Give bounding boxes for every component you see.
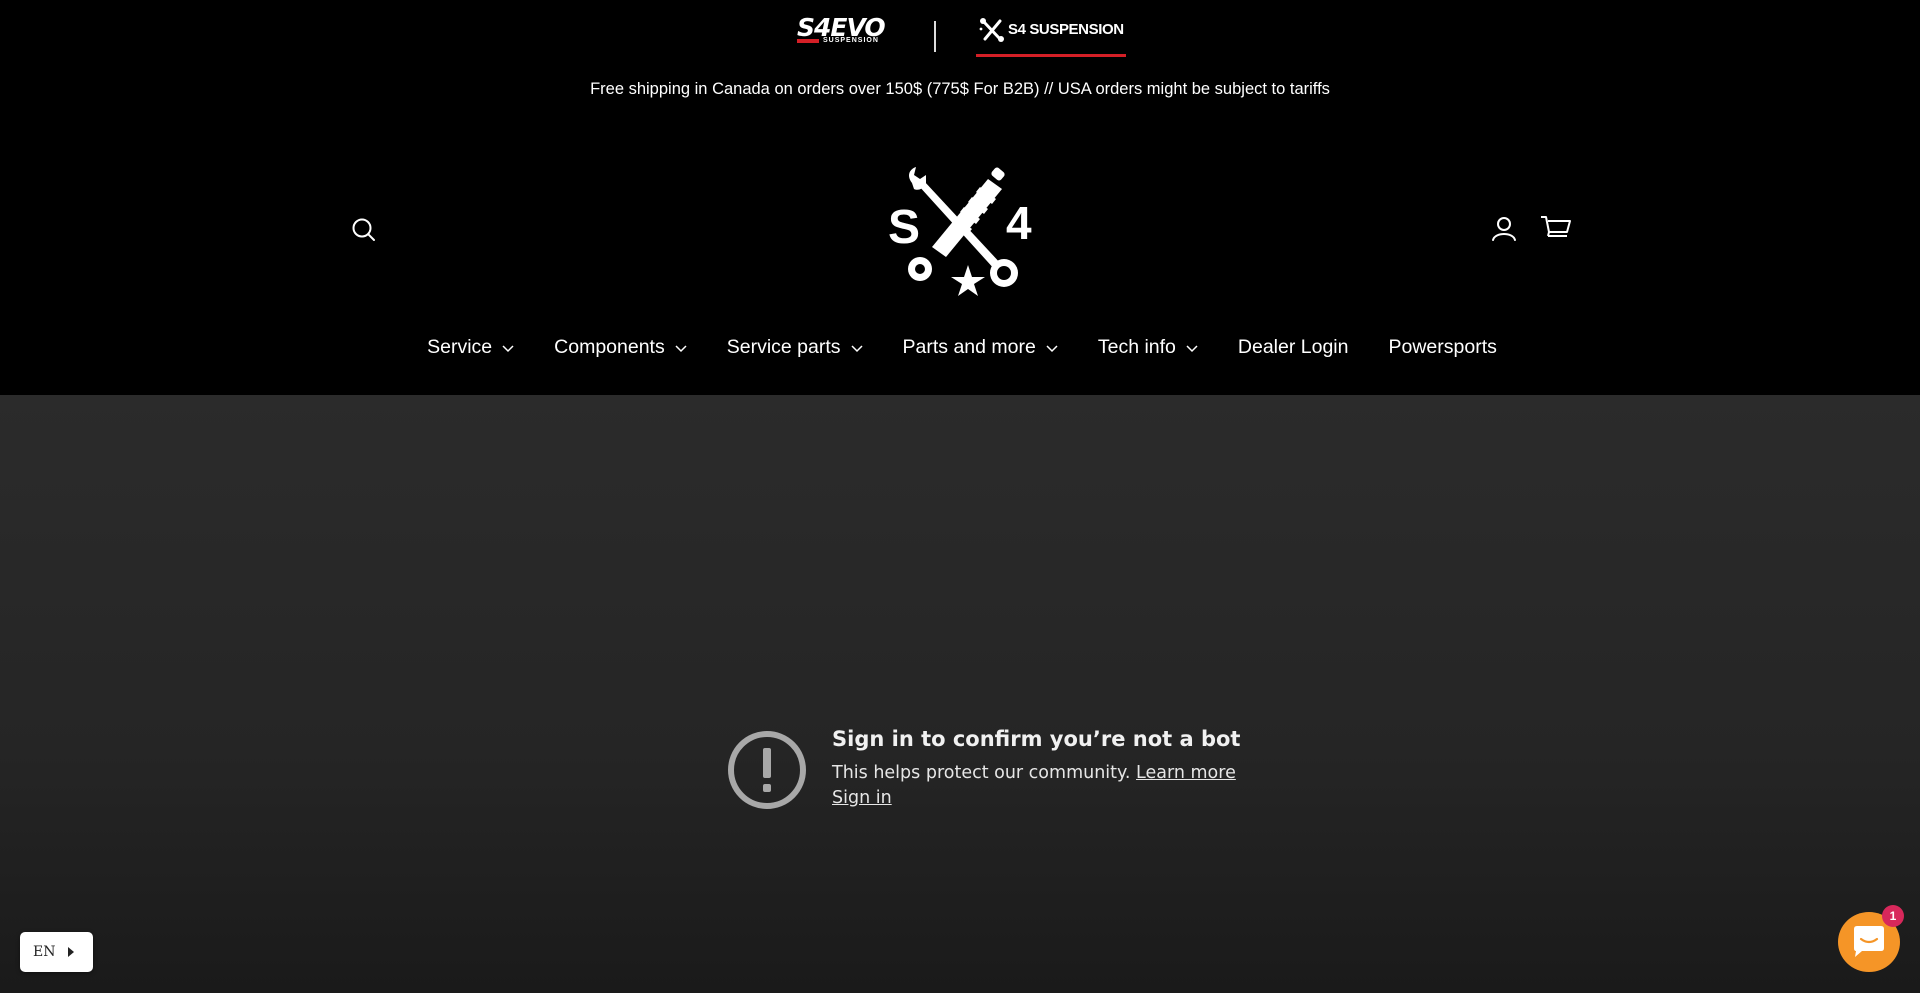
active-brand-indicator [976, 54, 1126, 57]
chevron-down-icon [851, 345, 863, 353]
language-selector[interactable]: EN [20, 932, 93, 972]
nav-item-service[interactable]: Service [427, 336, 514, 359]
nav-item-label: Service [427, 336, 493, 358]
nav-item-parts-and-more[interactable]: Parts and more [903, 336, 1058, 359]
nav-item-powersports[interactable]: Powersports [1388, 336, 1496, 359]
s4evo-logo-stripe [797, 39, 819, 43]
wrench-shock-star-logo: S 4 [888, 167, 1032, 296]
s4evo-logo-sub: SUSPENSION [823, 37, 879, 44]
account-button[interactable] [1489, 214, 1519, 244]
bot-check-text: This helps protect our community. Learn … [832, 763, 1236, 783]
s4evo-brand-link[interactable]: S4EVO SUSPENSION [795, 13, 895, 47]
cart-button[interactable] [1540, 213, 1572, 243]
chat-notification-badge: 1 [1882, 905, 1904, 927]
s4-suspension-brand-link[interactable]: S4 SUSPENSION [976, 14, 1126, 58]
nav-item-components[interactable]: Components [554, 336, 687, 359]
chevron-down-icon [1186, 345, 1198, 353]
caret-right-icon [68, 947, 74, 957]
main-navigation: Service Components Service parts Parts a… [0, 336, 1920, 359]
learn-more-link[interactable]: Learn more [1136, 763, 1236, 783]
embedded-video-area: Sign in to confirm you’re not a bot This… [0, 395, 1920, 993]
search-button[interactable] [349, 215, 379, 245]
nav-item-label: Service parts [726, 336, 841, 358]
bot-check-title: Sign in to confirm you’re not a bot [832, 727, 1241, 751]
search-icon [352, 218, 375, 241]
announcement-bar: Free shipping in Canada on orders over 1… [590, 80, 1330, 98]
nav-item-label: Parts and more [902, 336, 1036, 358]
wrench-shock-icon [979, 18, 1004, 42]
nav-item-label: Tech info [1097, 336, 1176, 358]
brand-divider [934, 21, 936, 52]
site-logo[interactable]: S 4 [884, 165, 1038, 297]
s4-suspension-logo-word: S4 SUSPENSION [1008, 21, 1124, 38]
nav-item-dealer-login[interactable]: Dealer Login [1238, 336, 1349, 359]
nav-item-label: Dealer Login [1237, 336, 1349, 358]
chevron-down-icon [502, 345, 514, 353]
nav-item-tech-info[interactable]: Tech info [1098, 336, 1198, 359]
language-selected: EN [33, 944, 56, 960]
brand-switcher: S4EVO SUSPENSION S4 SUSPENSION [0, 0, 1920, 58]
nav-item-label: Powersports [1388, 336, 1497, 358]
chevron-down-icon [1046, 345, 1058, 353]
sign-in-link[interactable]: Sign in [832, 788, 892, 808]
chevron-down-icon [675, 345, 687, 353]
logo-letter-4: 4 [1006, 197, 1032, 249]
nav-item-service-parts[interactable]: Service parts [727, 336, 863, 359]
exclamation-circle-icon [728, 731, 806, 809]
user-icon [1492, 217, 1516, 241]
cart-icon [1541, 216, 1571, 237]
bot-check-message: This helps protect our community. [832, 763, 1131, 783]
logo-letter-s: S [888, 201, 920, 254]
nav-item-label: Components [554, 336, 665, 358]
